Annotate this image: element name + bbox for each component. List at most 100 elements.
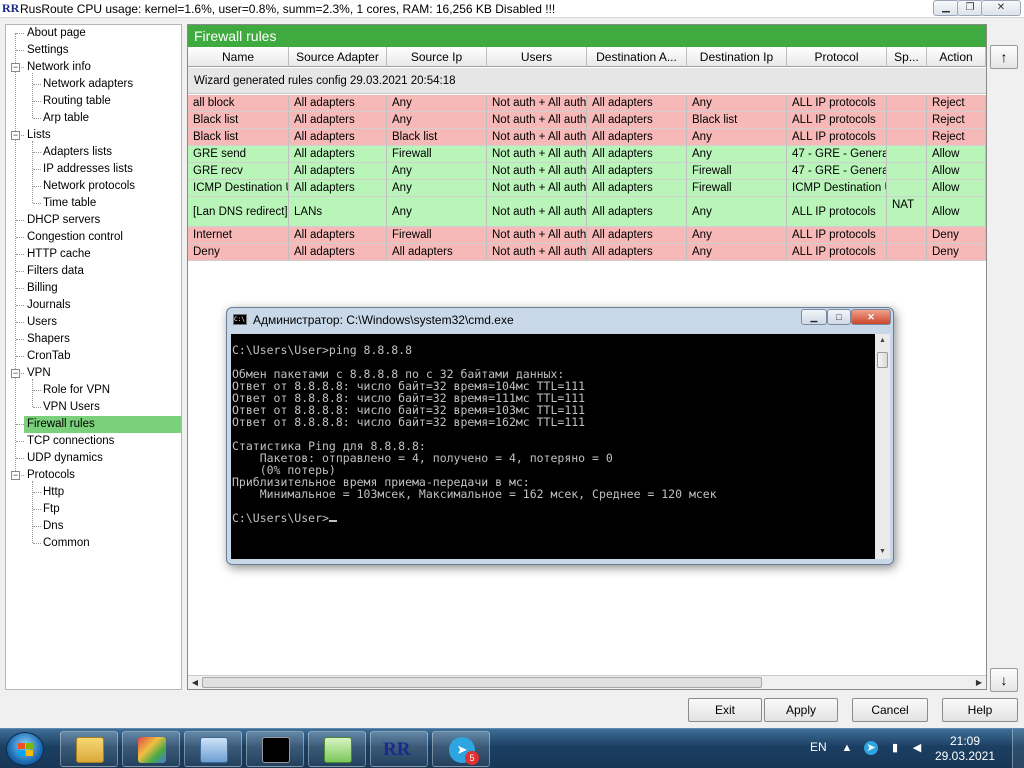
tree-item-time-table[interactable]: Time table (40, 195, 99, 212)
column-header[interactable]: Name (188, 47, 289, 67)
tray-telegram-icon[interactable]: ➤ (864, 741, 878, 755)
language-indicator[interactable]: EN (810, 740, 827, 754)
tree-item-common[interactable]: Common (40, 535, 93, 552)
table-row[interactable]: GRE recv All adapters Any Not auth + All au… (188, 163, 986, 180)
tree-item-about-page[interactable]: About page (24, 25, 89, 42)
cmd-title-bar[interactable]: C:\ Администратор: C:\Windows\system32\c… (227, 308, 893, 332)
table-row[interactable]: [Lan DNS redirect] LANs Any Not auth + All … (188, 197, 986, 227)
tree-item-http-cache[interactable]: HTTP cache (24, 246, 94, 263)
tree-item-dns[interactable]: Dns (40, 518, 66, 535)
horizontal-scroll-thumb[interactable] (202, 677, 762, 688)
tree-item-network-protocols[interactable]: Network protocols (40, 178, 138, 195)
tree-item-shapers[interactable]: Shapers (24, 331, 73, 348)
scroll-down-icon[interactable]: ▼ (875, 545, 890, 559)
tree-item-protocols[interactable]: Protocols (24, 467, 78, 484)
column-header[interactable]: Destination Ip (687, 47, 787, 67)
console-scroll-thumb[interactable] (877, 352, 888, 368)
tree-item-firewall-rules[interactable]: Firewall rules (24, 416, 181, 433)
table-row[interactable]: GRE send All adapters Firewall Not auth + A… (188, 146, 986, 163)
tree-item-label: Filters data (27, 265, 84, 277)
collapse-toggle-icon[interactable]: − (11, 471, 20, 480)
minimize-button[interactable]: ▁ (933, 0, 959, 16)
tree-item-http[interactable]: Http (40, 484, 67, 501)
scroll-up-icon[interactable]: ▲ (875, 334, 890, 348)
table-row[interactable]: Black list All adapters Black list Not auth… (188, 129, 986, 146)
tree-item-filters-data[interactable]: Filters data (24, 263, 87, 280)
taskbar-rusroute-button[interactable]: RR (370, 731, 428, 767)
column-header[interactable]: Action (927, 47, 986, 67)
column-header[interactable]: Destination A... (587, 47, 687, 67)
scroll-right-icon[interactable]: ▶ (972, 676, 986, 689)
table-cell: ALL IP protocols (787, 197, 887, 227)
tree-item-adapters-lists[interactable]: Adapters lists (40, 144, 115, 161)
tree-item-congestion-control[interactable]: Congestion control (24, 229, 126, 246)
console-vertical-scrollbar[interactable]: ▲ ▼ (875, 334, 890, 559)
close-button[interactable]: ✕ (981, 0, 1021, 16)
tree-item-ftp[interactable]: Ftp (40, 501, 63, 518)
scroll-left-icon[interactable]: ◀ (188, 676, 202, 689)
tree-item-udp-dynamics[interactable]: UDP dynamics (24, 450, 106, 467)
navigation-tree[interactable]: About page Settings Network info − Network a… (5, 24, 182, 690)
tree-item-role-for-vpn[interactable]: Role for VPN (40, 382, 113, 399)
cmd-maximize-button[interactable]: □ (827, 309, 851, 325)
console-output[interactable]: C:\Users\User>ping 8.8.8.8 Обмен пакетами… (231, 334, 875, 559)
network-icon[interactable]: ▮ (888, 741, 902, 755)
collapse-toggle-icon[interactable]: − (11, 131, 20, 140)
clock[interactable]: 21:09 29.03.2021 (930, 734, 1000, 764)
cmd-window[interactable]: C:\ Администратор: C:\Windows\system32\c… (226, 307, 894, 565)
cmd-close-button[interactable]: ✕ (851, 309, 891, 325)
table-row[interactable]: ICMP Destination U All adapters Any Not aut… (188, 180, 986, 197)
table-cell: All adapters (587, 146, 687, 163)
tray-expand-icon[interactable]: ▲ (840, 741, 854, 755)
help-button[interactable]: Help (942, 698, 1018, 722)
tree-item-label: Routing table (43, 95, 111, 107)
collapse-toggle-icon[interactable]: − (11, 63, 20, 72)
horizontal-scrollbar[interactable]: ◀ ▶ (188, 675, 986, 689)
tree-item-arp-table[interactable]: Arp table (40, 110, 92, 127)
table-cell: All adapters (587, 197, 687, 227)
tree-item-ip-addresses-lists[interactable]: IP addresses lists (40, 161, 136, 178)
collapse-toggle-icon[interactable]: − (11, 369, 20, 378)
table-row[interactable]: all block All adapters Any Not auth + All a… (188, 95, 986, 112)
cancel-button[interactable]: Cancel (852, 698, 928, 722)
taskbar-telegram-button[interactable]: ➤ 5 (432, 731, 490, 767)
show-desktop-button[interactable] (1012, 729, 1024, 768)
tree-item-network-info[interactable]: Network info (24, 59, 94, 76)
tree-item-network-adapters[interactable]: Network adapters (40, 76, 136, 93)
table-row[interactable]: Deny All adapters All adapters Not auth + A… (188, 244, 986, 261)
start-button[interactable] (6, 732, 44, 766)
maximize-button[interactable]: ❐ (957, 0, 983, 16)
table-header: Name Source Adapter Source Ip Users Destinat… (188, 47, 986, 67)
tree-item-settings[interactable]: Settings (24, 42, 72, 59)
column-header[interactable]: Source Adapter (289, 47, 387, 67)
tree-item-dhcp-servers[interactable]: DHCP servers (24, 212, 103, 229)
taskbar-explorer-button[interactable] (60, 731, 118, 767)
column-header[interactable]: Source Ip (387, 47, 487, 67)
table-row[interactable]: Internet All adapters Firewall Not auth + A… (188, 227, 986, 244)
taskbar-cmd-button[interactable] (246, 731, 304, 767)
move-up-button[interactable]: ↑ (990, 45, 1018, 69)
wizard-info-row[interactable]: Wizard generated rules config 29.03.2021… (188, 68, 986, 94)
table-cell: Firewall (387, 227, 487, 244)
exit-button[interactable]: Exit (688, 698, 762, 722)
tree-item-billing[interactable]: Billing (24, 280, 61, 297)
cmd-minimize-button[interactable]: ▁ (801, 309, 827, 325)
table-row[interactable]: Black list All adapters Any Not auth + All … (188, 112, 986, 129)
tree-item-vpn[interactable]: VPN (24, 365, 54, 382)
column-header[interactable]: Users (487, 47, 587, 67)
tree-item-lists[interactable]: Lists (24, 127, 54, 144)
taskbar-paint-button[interactable] (122, 731, 180, 767)
tree-item-journals[interactable]: Journals (24, 297, 73, 314)
taskbar-control-panel-button[interactable] (184, 731, 242, 767)
tree-item-users[interactable]: Users (24, 314, 60, 331)
column-header[interactable]: Sp... (887, 47, 927, 67)
tree-item-crontab[interactable]: CronTab (24, 348, 73, 365)
volume-icon[interactable]: ◀ (910, 741, 924, 755)
tree-item-routing-table[interactable]: Routing table (40, 93, 114, 110)
tree-item-tcp-connections[interactable]: TCP connections (24, 433, 117, 450)
column-header[interactable]: Protocol (787, 47, 887, 67)
move-down-button[interactable]: ↓ (990, 668, 1018, 692)
apply-button[interactable]: Apply (764, 698, 838, 722)
taskbar-notepad-button[interactable] (308, 731, 366, 767)
tree-item-vpn-users[interactable]: VPN Users (40, 399, 103, 416)
